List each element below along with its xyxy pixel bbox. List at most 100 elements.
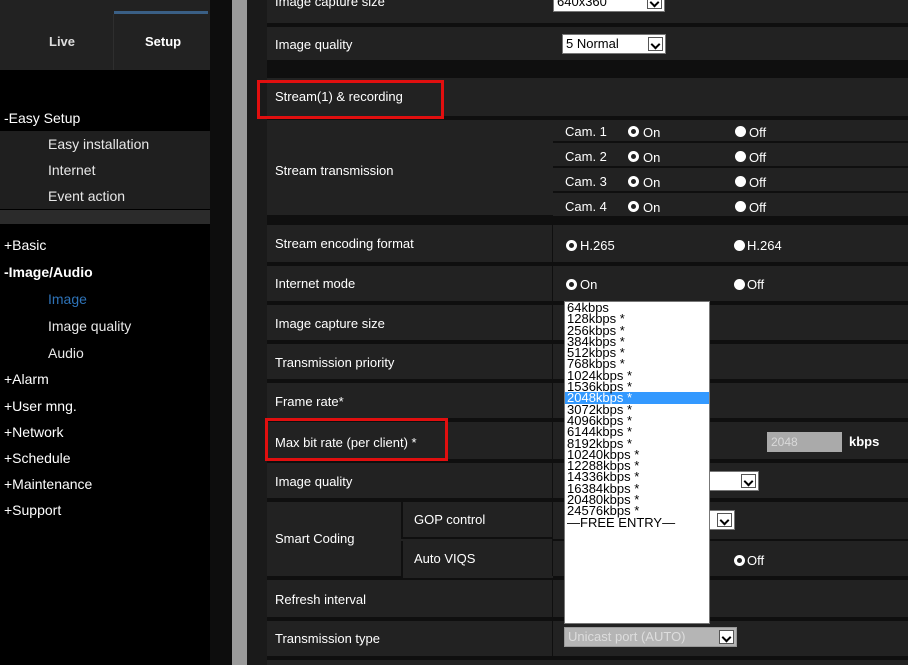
column-divider xyxy=(552,344,553,379)
sidebar-item-audio[interactable]: Audio xyxy=(48,345,84,361)
highlight-box xyxy=(265,418,448,461)
radio-label: Off xyxy=(747,553,765,568)
row-label: Image quality xyxy=(275,474,353,489)
column-divider xyxy=(552,422,553,459)
sidebar-item-maintenance[interactable]: +Maintenance xyxy=(4,476,92,492)
radio-on[interactable] xyxy=(628,201,639,212)
radio-internet-on[interactable] xyxy=(566,279,577,290)
bitrate-dropdown-list[interactable]: 64kbps 128kbps * 256kbps * 384kbps * 512kbps… xyxy=(564,301,710,624)
tab-divider xyxy=(113,14,114,70)
row-label: Internet mode xyxy=(275,276,356,291)
radio-off[interactable] xyxy=(735,201,746,212)
panel-gap xyxy=(232,0,247,665)
row-label: Image quality xyxy=(275,37,353,52)
sidebar-item-image[interactable]: Image xyxy=(48,291,87,307)
radio-on[interactable] xyxy=(628,151,639,162)
cam-label: Cam. 4 xyxy=(565,199,607,214)
sidebar-item-support[interactable]: +Support xyxy=(4,502,61,518)
settings-row xyxy=(267,660,908,665)
column-divider xyxy=(552,621,553,656)
sidebar-item-event-action[interactable]: Event action xyxy=(48,188,125,204)
radio-label: Off xyxy=(749,175,767,190)
tab-setup[interactable]: Setup xyxy=(145,34,181,49)
radio-on[interactable] xyxy=(628,176,639,187)
radio-h265[interactable] xyxy=(566,240,577,251)
select-value: 5 Normal xyxy=(566,36,619,51)
sub-cell: Auto VIQS xyxy=(401,541,553,578)
sidebar-divider xyxy=(0,210,210,224)
sidebar-item-image-quality[interactable]: Image quality xyxy=(48,318,131,334)
cam-label: Cam. 3 xyxy=(565,174,607,189)
row-label: Stream transmission xyxy=(275,163,394,178)
sidebar-item-easy-installation[interactable]: Easy installation xyxy=(48,136,149,152)
column-divider xyxy=(552,463,553,498)
sidebar-item-image-audio[interactable]: -Image/Audio xyxy=(4,264,93,280)
chevron-down-icon xyxy=(719,630,734,644)
cam-row: Cam. 4 On Off xyxy=(553,195,908,218)
radio-viqs-off[interactable] xyxy=(734,555,745,566)
column-divider xyxy=(552,305,553,340)
cam-label: Cam. 2 xyxy=(565,149,607,164)
radio-off[interactable] xyxy=(735,151,746,162)
sub-cell: GOP control xyxy=(401,502,553,539)
sidebar: Live Setup -Easy Setup Easy installation… xyxy=(0,0,232,665)
tab-live[interactable]: Live xyxy=(49,34,75,49)
settings-row: Internet mode On Off xyxy=(267,266,908,303)
sidebar-easy-setup[interactable]: -Easy Setup xyxy=(4,110,80,126)
sidebar-item-internet[interactable]: Internet xyxy=(48,162,95,178)
radio-label: Off xyxy=(749,125,767,140)
row-label: Auto VIQS xyxy=(414,551,476,566)
active-tab-indicator xyxy=(114,11,208,14)
row-label: Transmission type xyxy=(275,631,380,646)
cam-row: Cam. 1 On Off xyxy=(553,120,908,143)
sidebar-item-basic[interactable]: +Basic xyxy=(4,237,46,253)
sidebar-item-alarm[interactable]: +Alarm xyxy=(4,371,49,387)
settings-row: Transmission type Unicast port (AUTO) xyxy=(267,621,908,658)
sidebar-item-network[interactable]: +Network xyxy=(4,424,64,440)
settings-row: Image quality 5 Normal xyxy=(267,27,908,62)
radio-label: Off xyxy=(749,200,767,215)
sidebar-sub-bg xyxy=(0,157,210,183)
gop-select[interactable] xyxy=(707,510,735,530)
radio-label: On xyxy=(643,125,661,140)
bitrate-unit: kbps xyxy=(849,434,880,449)
chevron-down-icon xyxy=(648,37,663,51)
bitrate-input[interactable]: 2048 xyxy=(767,432,842,452)
chevron-down-icon xyxy=(647,0,662,9)
settings-row: Stream encoding format H.265 H.264 xyxy=(267,225,908,264)
column-divider xyxy=(552,225,553,262)
settings-row: Image capture size 640x360 xyxy=(267,0,908,25)
select-value: 640x360 xyxy=(557,0,607,9)
highlight-box xyxy=(257,80,444,119)
radio-label: Off xyxy=(749,150,767,165)
sidebar-rail xyxy=(210,0,232,665)
radio-on[interactable] xyxy=(628,126,639,137)
select-value: Unicast port (AUTO) xyxy=(568,629,686,644)
row-label: Image capture size xyxy=(275,316,385,331)
radio-internet-off[interactable] xyxy=(734,279,745,290)
column-divider xyxy=(552,580,553,617)
sidebar-item-schedule[interactable]: +Schedule xyxy=(4,450,71,466)
chevron-down-icon xyxy=(717,513,732,527)
radio-label: On xyxy=(580,277,598,292)
row-label: Refresh interval xyxy=(275,592,367,607)
row-label: Transmission priority xyxy=(275,355,395,370)
image-quality2-select[interactable] xyxy=(707,471,759,491)
row-label: Stream encoding format xyxy=(275,236,414,251)
column-divider xyxy=(552,383,553,418)
radio-label: H.265 xyxy=(580,238,615,253)
tab-bar: Live Setup xyxy=(0,0,210,70)
radio-label: On xyxy=(643,150,661,165)
row-label: Image capture size xyxy=(275,0,385,9)
sidebar-item-user-mng[interactable]: +User mng. xyxy=(4,398,77,414)
row-label: Frame rate* xyxy=(275,394,344,409)
dropdown-option[interactable]: —FREE ENTRY— xyxy=(565,515,709,528)
radio-off[interactable] xyxy=(735,176,746,187)
image-quality-select[interactable]: 5 Normal xyxy=(562,34,666,54)
column-divider xyxy=(552,266,553,301)
radio-label: H.264 xyxy=(747,238,782,253)
radio-off[interactable] xyxy=(735,126,746,137)
capture-size-select-top[interactable]: 640x360 xyxy=(553,0,665,12)
radio-h264[interactable] xyxy=(734,240,745,251)
transmission-type-select[interactable]: Unicast port (AUTO) xyxy=(564,627,737,647)
